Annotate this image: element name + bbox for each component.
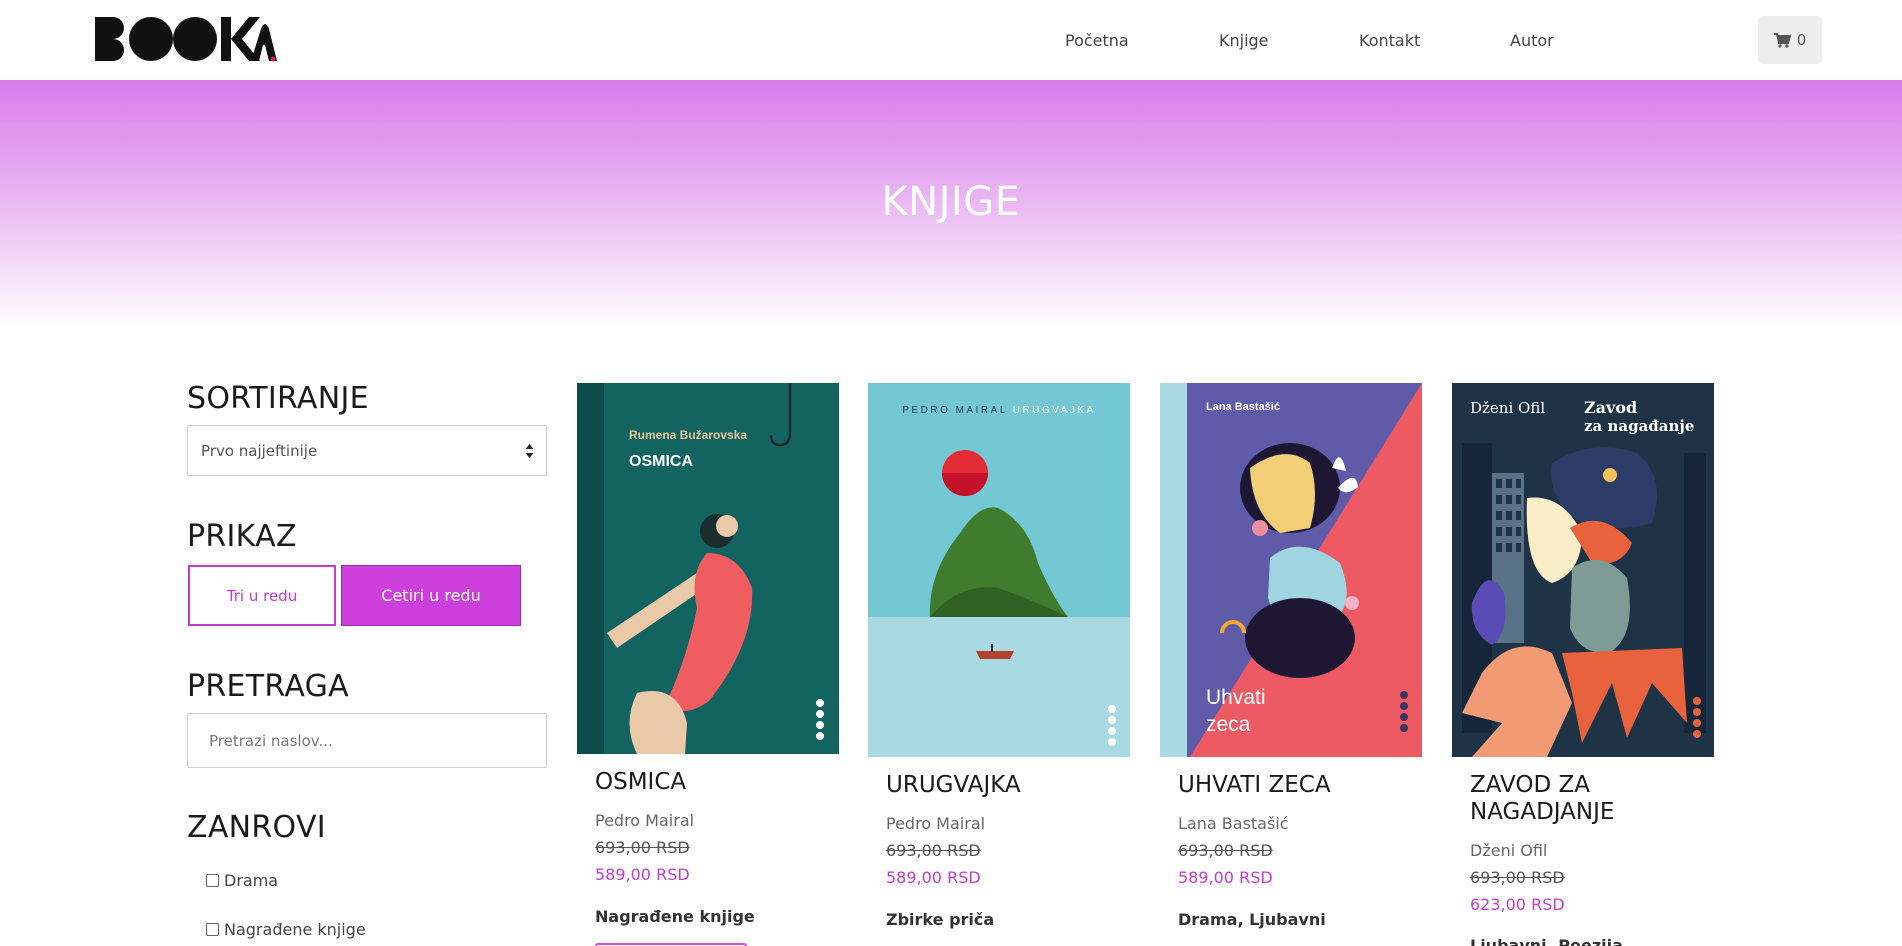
nav-link-pocetna[interactable]: Početna [1065,31,1129,50]
cover-author-text: PEDRO MAIRAL [902,405,1007,416]
select-arrows-icon [525,444,534,458]
page-title: KNJIGE [881,179,1021,225]
page-hero: KNJIGE [0,80,1902,330]
product-genres: Drama, Ljubavni [1178,910,1326,929]
product-title[interactable]: ZAVOD ZA NAGADJANJE [1470,772,1710,826]
sort-selected-value: Prvo najjeftinije [201,441,318,460]
product-genres: Zbirke priča [886,910,995,929]
cart-button[interactable]: 0 [1758,16,1822,64]
cover-title-line1: Zavod [1584,398,1637,417]
three-per-row-button[interactable]: Tri u redu [188,565,336,626]
product-price: 589,00 RSD [595,865,690,884]
cover-title-line1: Uhvati [1206,686,1266,709]
genre-filter-drama[interactable]: Drama [206,871,278,890]
shopping-cart-icon [1773,32,1791,48]
cover-author-text: Dženi Ofil [1470,399,1545,417]
nav-link-autor[interactable]: Autor [1510,31,1554,50]
product-title[interactable]: OSMICA [595,769,835,796]
four-per-row-button[interactable]: Cetiri u redu [341,565,521,626]
genre-label: Nagrađene knjige [224,920,366,939]
product-old-price: 693,00 RSD [886,841,981,860]
nav-link-kontakt[interactable]: Kontakt [1359,31,1420,50]
product-price: 589,00 RSD [1178,868,1273,887]
cover-title-line2: za nagađanje [1584,417,1694,435]
product-old-price: 693,00 RSD [1470,868,1565,887]
sort-heading: SORTIRANJE [187,381,369,416]
genres-heading: ZANROVI [187,810,326,845]
genre-checkbox[interactable] [206,923,219,936]
book-cover[interactable]: PEDRO MAIRAL URUGVAJKA [868,383,1130,757]
genre-checkbox[interactable] [206,874,219,887]
main-nav: Početna Knjige Kontakt Autor [0,0,1902,80]
genre-filter-nagradjene[interactable]: Nagrađene knjige [206,920,366,939]
cover-title-text: OSMICA [629,453,693,470]
product-price: 623,00 RSD [1470,895,1565,914]
product-genres: Nagrađene knjige [595,907,755,926]
book-cover[interactable]: Rumena Bužarovska OSMICA [577,383,839,754]
view-heading: PRIKAZ [187,519,297,554]
product-author: Dženi Ofil [1470,841,1548,860]
product-author: Pedro Mairal [886,814,986,833]
cover-title-line2: zeca [1206,713,1251,736]
product-old-price: 693,00 RSD [595,838,690,857]
book-cover[interactable]: Dženi Ofil Zavod za nagađanje [1452,383,1714,757]
product-title[interactable]: URUGVAJKA [886,772,1126,799]
sort-select[interactable]: Prvo najjeftinije [187,425,547,476]
book-cover[interactable]: Lana Bastašić Uhvati zeca [1160,383,1422,757]
search-heading: PRETRAGA [187,669,350,704]
site-header: Početna Knjige Kontakt Autor 0 [0,0,1902,80]
cover-author-text: Rumena Bužarovska [629,428,747,442]
svg-text:PEDRO MAIRAL URUGVAJKA: PEDRO MAIRAL URUGVAJKA [902,405,1095,416]
product-title[interactable]: UHVATI ZECA [1178,772,1418,799]
product-genres: Ljubavni, Poezija [1470,936,1623,946]
product-old-price: 693,00 RSD [1178,841,1273,860]
product-price: 589,00 RSD [886,868,981,887]
product-author: Pedro Mairal [595,811,695,830]
nav-link-knjige[interactable]: Knjige [1219,31,1269,50]
cover-author-text: Lana Bastašić [1206,401,1280,413]
cover-title-text: URUGVAJKA [1013,405,1096,416]
genre-label: Drama [224,871,279,890]
cart-count: 0 [1796,31,1807,49]
search-input[interactable] [187,713,547,768]
product-author: Lana Bastašić [1178,814,1289,833]
